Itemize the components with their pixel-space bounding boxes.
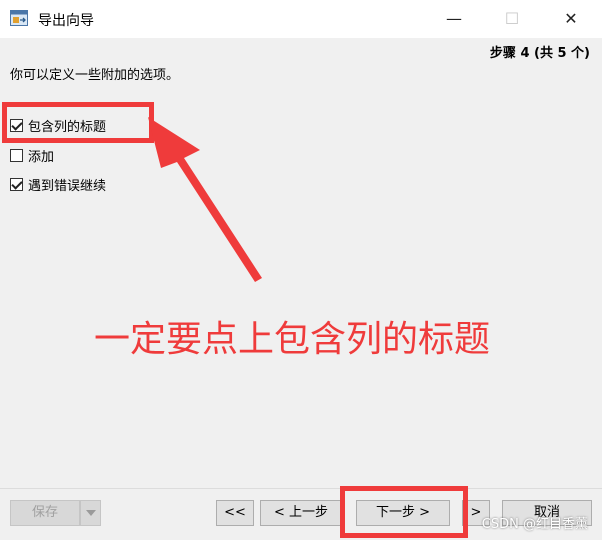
annotation-arrow [148, 117, 262, 282]
watermark: CSDN @红目香薰 [481, 517, 588, 532]
previous-step-button[interactable]: < 上一步 [260, 500, 342, 526]
save-button[interactable]: 保存 [10, 500, 80, 526]
divider [0, 488, 602, 489]
chevron-down-icon [85, 510, 96, 516]
highlight-box-next-step [340, 486, 468, 538]
annotation-text: 一定要点上包含列的标题 [94, 319, 491, 360]
first-step-button[interactable]: << [216, 500, 254, 526]
arrow-icon [148, 117, 262, 282]
save-dropdown-button[interactable] [80, 500, 101, 526]
